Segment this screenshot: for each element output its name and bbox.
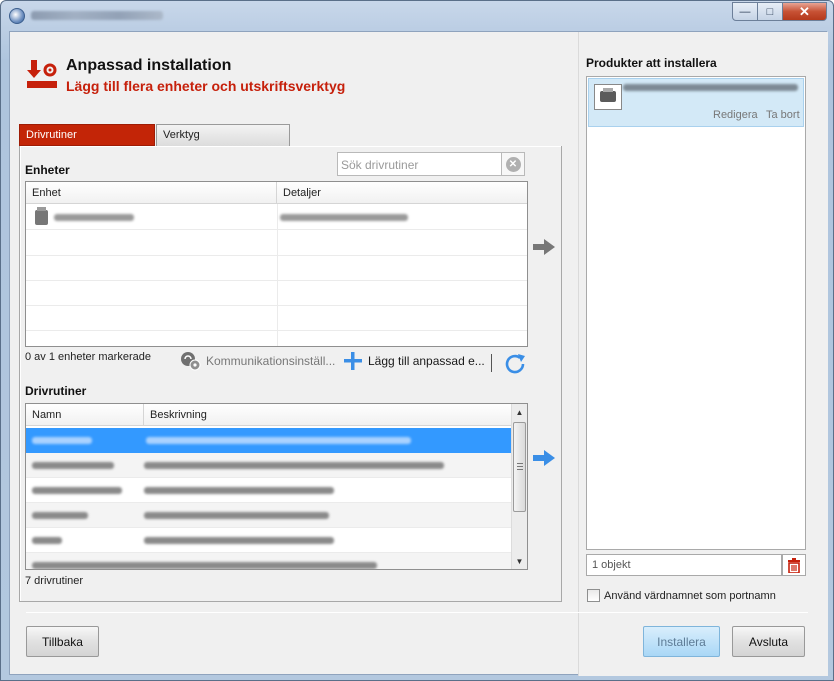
communication-settings-button[interactable]: Kommunikationsinställ... — [180, 350, 335, 372]
product-name-redacted — [623, 84, 798, 91]
remove-product-link[interactable]: Ta bort — [766, 109, 800, 121]
products-title: Produkter att installera — [586, 56, 717, 70]
back-button[interactable]: Tillbaka — [26, 626, 99, 657]
driver-row[interactable] — [26, 503, 513, 528]
column-header-details[interactable]: Detaljer — [277, 182, 527, 204]
drivers-count: 7 drivrutiner — [25, 575, 84, 587]
minimize-button[interactable]: — — [732, 2, 758, 21]
edit-product-link[interactable]: Redigera — [713, 109, 758, 121]
scroll-thumb[interactable] — [513, 422, 526, 512]
app-icon — [9, 8, 25, 24]
driver-row[interactable] — [26, 478, 513, 503]
hostname-checkbox-label: Använd värdnamnet som portnamn — [604, 589, 776, 602]
column-header-name[interactable]: Namn — [26, 404, 144, 426]
driver-row-selected[interactable] — [26, 428, 513, 453]
trash-icon — [788, 557, 800, 573]
communication-settings-icon — [181, 352, 201, 371]
device-row-empty — [26, 231, 527, 256]
install-icon — [27, 60, 57, 88]
hostname-checkbox-row[interactable]: Använd värdnamnet som portnamn — [587, 589, 776, 602]
toolbar-separator — [491, 354, 492, 372]
devices-section-label: Enheter — [25, 163, 70, 177]
driver-row[interactable] — [26, 453, 513, 478]
add-custom-device-label: Lägg till anpassad e... — [368, 354, 485, 368]
close-button[interactable]: ✕ — [783, 2, 827, 21]
driver-row[interactable] — [26, 528, 513, 553]
add-device-arrow-icon[interactable] — [533, 239, 555, 255]
drivers-table-header: Namn Beskrivning — [26, 404, 513, 426]
products-panel: Produkter att installera Redigera Ta bor… — [578, 32, 828, 676]
footer-divider — [26, 612, 808, 613]
drivers-scrollbar[interactable]: ▲ ▼ — [511, 404, 527, 569]
hostname-checkbox[interactable] — [587, 589, 600, 602]
scroll-up-icon[interactable]: ▲ — [512, 404, 527, 420]
page-subtitle: Lägg till flera enheter och utskriftsver… — [66, 78, 346, 94]
tab-drivers[interactable]: Drivrutiner — [19, 124, 155, 146]
device-row[interactable] — [26, 205, 527, 230]
window-controls: — □ ✕ — [732, 2, 827, 21]
devices-table: Enhet Detaljer — [25, 181, 528, 347]
products-count: 1 objekt — [586, 554, 782, 576]
device-row-empty — [26, 256, 527, 281]
title-bar: — □ ✕ — [1, 1, 833, 31]
device-row-empty — [26, 306, 527, 331]
clear-search-button[interactable]: ✕ — [501, 152, 525, 176]
device-row-empty — [26, 281, 527, 306]
install-button[interactable]: Installera — [643, 626, 720, 657]
device-details-redacted — [280, 214, 408, 221]
clear-icon: ✕ — [505, 156, 521, 172]
add-driver-arrow-icon[interactable] — [533, 450, 555, 466]
driver-row[interactable] — [26, 553, 513, 569]
column-header-device[interactable]: Enhet — [26, 182, 277, 204]
plus-icon — [344, 352, 362, 370]
maximize-button[interactable]: □ — [758, 2, 783, 21]
device-icon — [35, 207, 48, 225]
device-name-redacted — [54, 214, 134, 221]
installer-window: — □ ✕ Anpassad installation Lägg till fl… — [0, 0, 834, 681]
column-header-description[interactable]: Beskrivning — [144, 404, 513, 426]
search-placeholder: Sök drivrutiner — [341, 158, 419, 172]
delete-all-button[interactable] — [782, 554, 806, 576]
scroll-down-icon[interactable]: ▼ — [512, 553, 527, 569]
drivers-table: Namn Beskrivning ▲ ▼ — [25, 403, 528, 570]
devices-selected-status: 0 av 1 enheter markerade — [25, 351, 151, 363]
window-title-redacted — [31, 11, 163, 20]
products-list: Redigera Ta bort — [586, 76, 806, 550]
printer-icon — [594, 84, 622, 110]
add-custom-device-button[interactable]: Lägg till anpassad e... — [342, 350, 485, 372]
client-area: Anpassad installation Lägg till flera en… — [9, 31, 828, 676]
search-input[interactable]: Sök drivrutiner ✕ — [337, 152, 525, 176]
left-panel: Anpassad installation Lägg till flera en… — [10, 32, 570, 676]
drivers-section-label: Drivrutiner — [25, 384, 87, 398]
refresh-icon[interactable] — [503, 352, 527, 376]
communication-settings-label: Kommunikationsinställ... — [206, 354, 336, 368]
exit-button[interactable]: Avsluta — [732, 626, 805, 657]
product-item[interactable]: Redigera Ta bort — [588, 78, 804, 127]
tab-tools[interactable]: Verktyg — [156, 124, 290, 146]
devices-table-header: Enhet Detaljer — [26, 182, 527, 204]
page-title: Anpassad installation — [66, 57, 232, 74]
